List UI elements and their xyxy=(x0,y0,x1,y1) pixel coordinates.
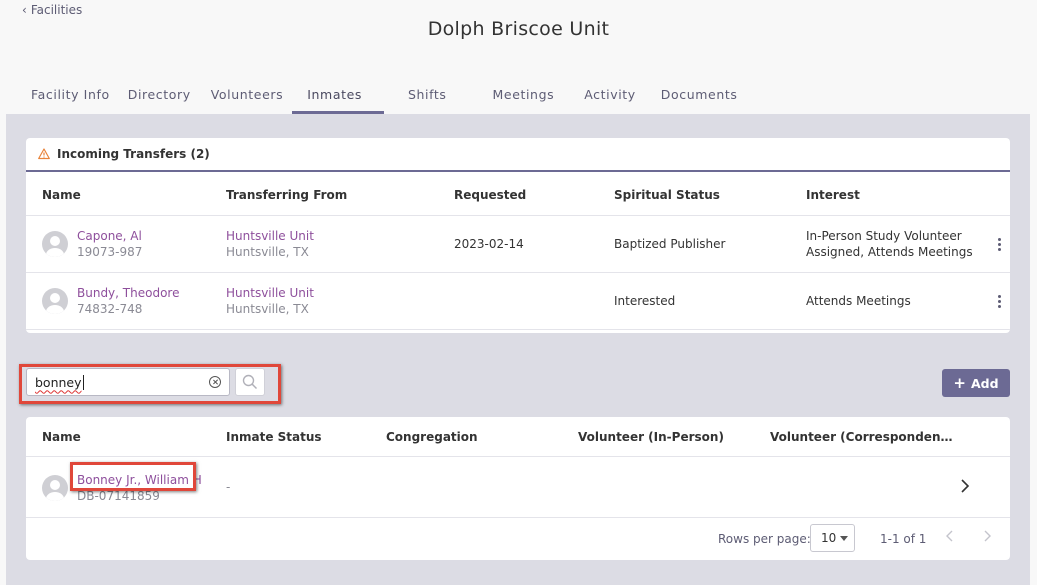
interest: In-Person Study Volunteer Assigned, Atte… xyxy=(806,229,973,259)
interest: Attends Meetings xyxy=(806,294,911,308)
table-row[interactable]: Capone, Al 19073-987 Huntsville Unit Hun… xyxy=(26,216,1010,273)
facility-location: Huntsville, TX xyxy=(226,302,309,316)
column-header-transferring-from[interactable]: Transferring From xyxy=(226,188,347,202)
column-header-inmate-status[interactable]: Inmate Status xyxy=(226,430,322,444)
back-link-label: Facilities xyxy=(30,3,83,17)
clear-search-icon[interactable] xyxy=(209,376,221,388)
column-header-congregation[interactable]: Congregation xyxy=(386,430,478,444)
incoming-transfers-header: Incoming Transfers (2) xyxy=(26,138,1010,172)
column-header-requested[interactable]: Requested xyxy=(454,188,526,202)
column-header-volunteer-in-person[interactable]: Volunteer (In-Person) xyxy=(578,430,724,444)
avatar xyxy=(42,231,68,257)
transferring-from-cell: Huntsville Unit Huntsville, TX xyxy=(226,285,314,317)
inmate-name-link[interactable]: Capone, Al xyxy=(77,228,142,244)
pagination-range: 1-1 of 1 xyxy=(880,532,927,546)
inmates-panel: Incoming Transfers (2) Name Transferring… xyxy=(6,114,1030,585)
page-title: Dolph Briscoe Unit xyxy=(427,18,610,40)
inmate-name-link[interactable]: Bonney Jr., William H xyxy=(77,472,202,488)
plus-icon: + xyxy=(953,373,966,392)
table-row[interactable]: Bundy, Theodore 74832-748 Huntsville Uni… xyxy=(26,273,1010,330)
search-input-value: bonney xyxy=(35,374,82,390)
inmate-id: DB-07141859 xyxy=(77,489,160,503)
incoming-transfers-title: Incoming Transfers (2) xyxy=(57,147,210,161)
tab-directory[interactable]: Directory xyxy=(119,80,200,114)
avatar xyxy=(42,288,68,314)
chevron-left-icon: ‹ xyxy=(22,3,27,17)
inmate-id: 74832-748 xyxy=(77,302,143,316)
tab-inmates[interactable]: Inmates xyxy=(292,80,384,114)
table-row[interactable]: Bonney Jr., William H DB-07141859 - xyxy=(26,457,1010,518)
rows-per-page-label: Rows per page: xyxy=(718,532,811,546)
facility-link[interactable]: Huntsville Unit xyxy=(226,285,314,301)
facility-location: Huntsville, TX xyxy=(226,245,309,259)
tab-volunteers[interactable]: Volunteers xyxy=(202,80,292,114)
tab-meetings[interactable]: Meetings xyxy=(473,80,575,114)
search-button[interactable] xyxy=(235,368,265,396)
tab-facility-info[interactable]: Facility Info xyxy=(22,80,119,114)
warning-icon xyxy=(38,148,50,160)
column-header-name[interactable]: Name xyxy=(42,430,81,444)
column-header-name[interactable]: Name xyxy=(42,188,81,202)
transfers-table-header: Name Transferring From Requested Spiritu… xyxy=(26,174,1010,216)
spiritual-status: Baptized Publisher xyxy=(614,237,726,251)
text-cursor xyxy=(82,374,84,390)
inmate-status: - xyxy=(226,480,231,494)
rows-per-page-select[interactable]: 10 xyxy=(810,524,855,552)
rows-per-page-value: 10 xyxy=(821,531,837,545)
inmates-table-card: Name Inmate Status Congregation Voluntee… xyxy=(26,417,1010,560)
facility-link[interactable]: Huntsville Unit xyxy=(226,228,314,244)
inmates-table-header: Name Inmate Status Congregation Voluntee… xyxy=(26,417,1010,457)
chevron-right-icon[interactable] xyxy=(960,479,970,493)
inmate-name-cell: Bonney Jr., William H DB-07141859 xyxy=(77,472,202,504)
transfer-name-cell: Bundy, Theodore 74832-748 xyxy=(77,285,179,317)
tab-bar: Facility Info Directory Volunteers Inmat… xyxy=(22,80,746,114)
table-pagination: Rows per page: 10 1-1 of 1 xyxy=(26,518,1010,559)
more-options-icon[interactable] xyxy=(998,237,1002,251)
more-options-icon[interactable] xyxy=(998,294,1002,308)
transferring-from-cell: Huntsville Unit Huntsville, TX xyxy=(226,228,314,260)
previous-page-icon[interactable] xyxy=(945,529,955,543)
search-icon xyxy=(242,374,258,390)
incoming-transfers-card: Incoming Transfers (2) Name Transferring… xyxy=(26,138,1010,333)
tab-shifts[interactable]: Shifts xyxy=(384,80,473,114)
tab-activity[interactable]: Activity xyxy=(574,80,651,114)
requested-date: 2023-02-14 xyxy=(454,237,524,251)
add-button-label: Add xyxy=(971,375,999,391)
avatar xyxy=(42,475,68,501)
search-bar: bonney xyxy=(26,368,265,396)
column-header-spiritual-status[interactable]: Spiritual Status xyxy=(614,188,720,202)
back-to-facilities-link[interactable]: ‹ Facilities xyxy=(22,3,82,17)
search-input[interactable]: bonney xyxy=(26,368,230,396)
add-inmate-button[interactable]: + Add xyxy=(942,369,1010,397)
column-header-volunteer-correspondence[interactable]: Volunteer (Corresponden… xyxy=(770,430,952,444)
caret-down-icon xyxy=(840,536,848,541)
spiritual-status: Interested xyxy=(614,294,676,308)
inmate-id: 19073-987 xyxy=(77,245,143,259)
tab-documents[interactable]: Documents xyxy=(651,80,747,114)
transfers-table: Name Transferring From Requested Spiritu… xyxy=(26,174,1010,330)
column-header-interest[interactable]: Interest xyxy=(806,187,976,203)
inmate-name-link[interactable]: Bundy, Theodore xyxy=(77,285,179,301)
next-page-icon[interactable] xyxy=(982,529,992,543)
transfer-name-cell: Capone, Al 19073-987 xyxy=(77,228,142,260)
